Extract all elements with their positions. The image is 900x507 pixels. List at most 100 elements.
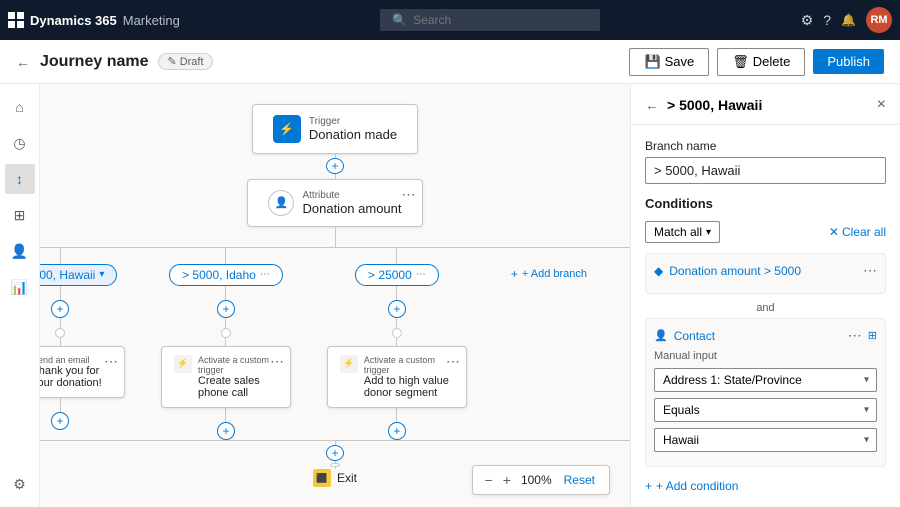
reset-btn[interactable]: Reset	[558, 471, 601, 489]
sidebar-item-segments[interactable]: ⊞	[5, 200, 35, 230]
attribute-node[interactable]: 👤 Attribute Donation amount ⋯	[247, 179, 422, 227]
panel-close-btn[interactable]: ×	[877, 96, 886, 114]
action-name-b2: Create sales phone call	[198, 375, 278, 399]
b2-more-btn[interactable]: ⋯	[270, 353, 284, 370]
equals-select[interactable]: Equals	[654, 398, 877, 422]
add-branch-icon: +	[511, 267, 518, 281]
zoom-out-btn[interactable]: −	[481, 470, 497, 490]
left-sidebar: ⌂ ◷ ↕ ⊞ 👤 📊 ⚙	[0, 84, 40, 507]
manual-input-label: Manual input	[654, 350, 877, 362]
address-select[interactable]: Address 1: State/Province	[654, 368, 877, 392]
settings-icon[interactable]: ⚙	[801, 12, 814, 29]
trigger-icon: ⚡	[273, 115, 301, 143]
b3-add-btn[interactable]: +	[388, 300, 406, 318]
action-type-b3: Activate a custom trigger	[364, 355, 454, 375]
contact-icon: 👤	[654, 329, 668, 342]
branch-name-label: Branch name	[645, 139, 886, 153]
trigger-info: Trigger Donation made	[309, 116, 397, 142]
journey-title: Journey name	[40, 53, 148, 71]
right-panel: ← > 5000, Hawaii × Branch name Condition…	[630, 84, 900, 507]
condition-1-header: ◆ Donation amount > 5000 ⋯	[654, 262, 877, 279]
match-all-dropdown[interactable]: Match all ▾	[645, 221, 720, 243]
attr-to-branch-line	[335, 227, 336, 247]
bell-icon[interactable]: 🔔	[841, 13, 856, 27]
action-node-b3[interactable]: ⚡ Activate a custom trigger Add to high …	[327, 346, 467, 408]
conditions-title: Conditions	[645, 196, 886, 211]
branch-top-hline	[40, 247, 630, 248]
address-select-wrapper: Address 1: State/Province ▾	[654, 368, 877, 392]
action-type-b1: Send an email	[40, 355, 112, 365]
branch-name-input[interactable]	[645, 157, 886, 184]
b1-top-line	[60, 248, 61, 264]
save-button[interactable]: 💾 Save	[629, 48, 709, 76]
back-button[interactable]: ←	[16, 54, 30, 70]
action-node-b1[interactable]: ✉ Send an email Thank you for your donat…	[40, 346, 125, 398]
branch-25000-chevron: ⋯	[416, 269, 426, 280]
hawaii-select[interactable]: Hawaii	[654, 428, 877, 452]
and-label: and	[645, 302, 886, 314]
sidebar-item-recent[interactable]: ◷	[5, 128, 35, 158]
add-node-btn-1[interactable]: +	[326, 158, 344, 174]
branch-idaho-header[interactable]: > 5000, Idaho ⋯	[169, 264, 283, 286]
sidebar-item-journey[interactable]: ↕	[5, 164, 35, 194]
sidebar-item-analytics[interactable]: 📊	[5, 272, 35, 302]
trigger-name: Donation made	[309, 127, 397, 142]
add-branch-btn[interactable]: + + Add branch	[503, 264, 595, 284]
action-node-b2[interactable]: ⚡ Activate a custom trigger Create sales…	[161, 346, 291, 408]
waffle-icon[interactable]	[8, 12, 24, 28]
delete-button[interactable]: 🗑 Delete	[717, 48, 805, 76]
panel-body: Branch name Conditions Match all ▾ ✕ Cle…	[631, 125, 900, 507]
b1-add-bottom[interactable]: +	[51, 412, 69, 430]
branch-columns: > 5000, Hawaii ▾ + ✉ Send an e	[40, 248, 630, 440]
panel-back-btn[interactable]: ←	[645, 97, 659, 113]
pre-exit-add-btn[interactable]: +	[326, 445, 344, 461]
branch-hawaii-header[interactable]: > 5000, Hawaii ▾	[40, 264, 117, 286]
clear-all-btn[interactable]: ✕ Clear all	[829, 225, 886, 239]
publish-button[interactable]: Publish	[813, 49, 884, 74]
contact-more-btn[interactable]: ⋯	[848, 327, 862, 344]
add-condition-icon: +	[645, 479, 652, 493]
panel-header: ← > 5000, Hawaii ×	[631, 84, 900, 125]
contact-expand-btn[interactable]: ⊞	[868, 329, 877, 342]
branch-idaho: > 5000, Idaho ⋯ + ⚡ Activate a	[161, 248, 291, 440]
sidebar-item-settings[interactable]: ⚙	[5, 469, 35, 499]
zoom-in-btn[interactable]: +	[499, 470, 515, 490]
journey-canvas: ⚡ Trigger Donation made + 👤 Attribute Do…	[40, 84, 630, 507]
exit-label: Exit	[337, 471, 357, 485]
app-module: Marketing	[123, 13, 180, 28]
trigger-node[interactable]: ⚡ Trigger Donation made	[252, 104, 418, 154]
b1-more-btn[interactable]: ⋯	[104, 353, 118, 370]
contact-name: Contact	[674, 329, 842, 343]
action-name-b1: Thank you for your donation!	[40, 365, 112, 389]
contact-header-row: 👤 Contact ⋯ ⊞	[654, 327, 877, 344]
condition-1-more-btn[interactable]: ⋯	[863, 262, 877, 279]
exit-icon: ⬛	[313, 469, 331, 487]
branch-25000-header[interactable]: > 25000 ⋯	[355, 264, 439, 286]
b2-top-line	[225, 248, 226, 264]
b2-add-bottom[interactable]: +	[217, 422, 235, 440]
sidebar-item-contacts[interactable]: 👤	[5, 236, 35, 266]
b3-add-bottom[interactable]: +	[388, 422, 406, 440]
canvas-toolbar: − + 100% Reset	[472, 465, 610, 495]
clear-icon: ✕	[829, 225, 839, 239]
main-layout: ⌂ ◷ ↕ ⊞ 👤 📊 ⚙ ⚡ Trigger Donation made +	[0, 84, 900, 507]
exit-node: ⬛ Exit	[313, 469, 357, 487]
search-box[interactable]: 🔍	[380, 9, 600, 31]
sub-header: ← Journey name ✎ Draft 💾 Save 🗑 Delete P…	[0, 40, 900, 84]
condition-1-name: Donation amount > 5000	[669, 264, 857, 278]
add-condition-btn[interactable]: + + Add condition	[645, 475, 738, 497]
help-icon[interactable]: ?	[823, 12, 831, 28]
attribute-info: Attribute Donation amount	[302, 190, 401, 216]
search-icon: 🔍	[392, 13, 407, 27]
b3-more-btn[interactable]: ⋯	[446, 353, 460, 370]
sidebar-item-home[interactable]: ⌂	[5, 92, 35, 122]
attribute-type-label: Attribute	[302, 190, 401, 201]
app-name: Dynamics 365	[30, 13, 117, 28]
canvas-area[interactable]: ⚡ Trigger Donation made + 👤 Attribute Do…	[40, 84, 630, 507]
avatar[interactable]: RM	[866, 7, 892, 33]
search-input[interactable]	[413, 13, 573, 27]
hawaii-select-wrapper: Hawaii ▾	[654, 428, 877, 452]
attribute-more-btn[interactable]: ⋯	[402, 186, 416, 203]
b2-add-btn[interactable]: +	[217, 300, 235, 318]
b1-add-btn[interactable]: +	[51, 300, 69, 318]
